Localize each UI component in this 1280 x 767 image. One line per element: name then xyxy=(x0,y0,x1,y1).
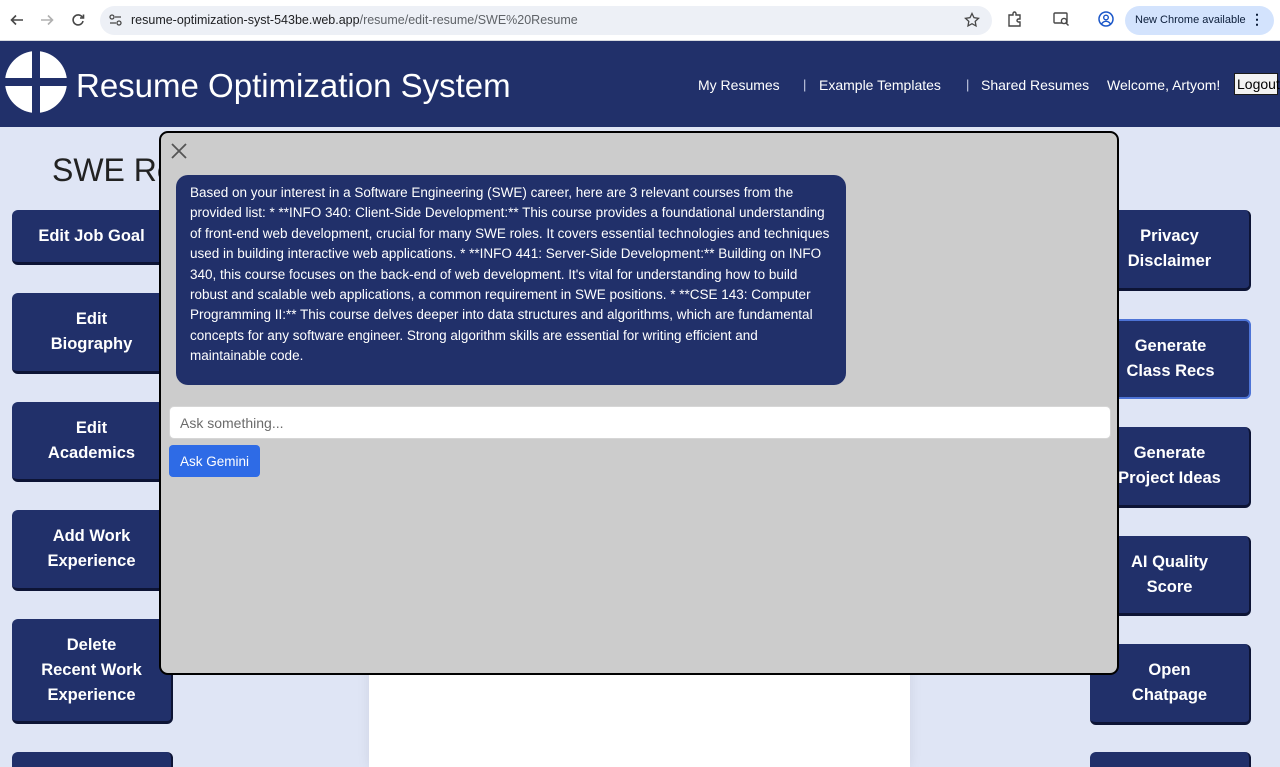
site-settings-icon[interactable] xyxy=(108,13,123,33)
address-bar[interactable]: resume-optimization-syst-543be.web.app/r… xyxy=(100,6,992,35)
profile-icon[interactable] xyxy=(1097,10,1117,30)
url-text: resume-optimization-syst-543be.web.app/r… xyxy=(131,13,578,27)
extensions-icon[interactable] xyxy=(1006,10,1026,30)
ask-input[interactable] xyxy=(169,406,1111,439)
chrome-update-button[interactable]: New Chrome available ⋮ xyxy=(1125,6,1274,35)
page-title: SWE Re xyxy=(52,152,175,188)
right-extra-button[interactable] xyxy=(1090,752,1251,767)
app-logo-icon xyxy=(4,50,68,114)
url-path: /resume/edit-resume/SWE%20Resume xyxy=(359,13,578,27)
ask-gemini-button[interactable]: Ask Gemini xyxy=(169,445,260,477)
welcome-text: Welcome, Artyom! xyxy=(1107,77,1221,93)
url-host: resume-optimization-syst-543be.web.app xyxy=(131,13,360,27)
add-work-experience-button[interactable]: Add Work Experience xyxy=(12,510,173,591)
edit-academics-button[interactable]: Edit Academics xyxy=(12,402,173,482)
forward-arrow-icon[interactable] xyxy=(36,9,58,31)
gemini-chat-modal: Based on your interest in a Software Eng… xyxy=(159,131,1119,675)
edit-job-goal-button[interactable]: Edit Job Goal xyxy=(12,210,173,265)
resume-preview xyxy=(369,660,910,767)
cast-icon[interactable] xyxy=(1052,10,1072,30)
reload-icon[interactable] xyxy=(67,9,89,31)
delete-recent-work-experience-button[interactable]: Delete Recent Work Experience xyxy=(12,619,173,724)
back-arrow-icon[interactable] xyxy=(6,9,28,31)
bookmark-star-icon[interactable] xyxy=(964,11,980,33)
browser-toolbar: resume-optimization-syst-543be.web.app/r… xyxy=(0,0,1280,41)
logout-button[interactable]: Logout xyxy=(1234,73,1280,95)
nav-separator: | xyxy=(966,77,970,92)
more-menu-icon[interactable]: ⋮ xyxy=(1250,11,1264,28)
nav-example-templates[interactable]: Example Templates xyxy=(819,77,941,93)
app-header: Resume Optimization System My Resumes | … xyxy=(0,41,1280,127)
chrome-update-label: New Chrome available xyxy=(1135,14,1246,26)
nav-separator: | xyxy=(803,77,807,92)
ai-response-message: Based on your interest in a Software Eng… xyxy=(176,175,846,385)
nav-my-resumes[interactable]: My Resumes xyxy=(698,77,780,93)
close-icon[interactable] xyxy=(169,141,189,161)
left-extra-button[interactable] xyxy=(12,752,173,767)
edit-biography-button[interactable]: Edit Biography xyxy=(12,293,173,374)
nav-shared-resumes[interactable]: Shared Resumes xyxy=(981,77,1089,93)
app-title: Resume Optimization System xyxy=(76,67,511,104)
